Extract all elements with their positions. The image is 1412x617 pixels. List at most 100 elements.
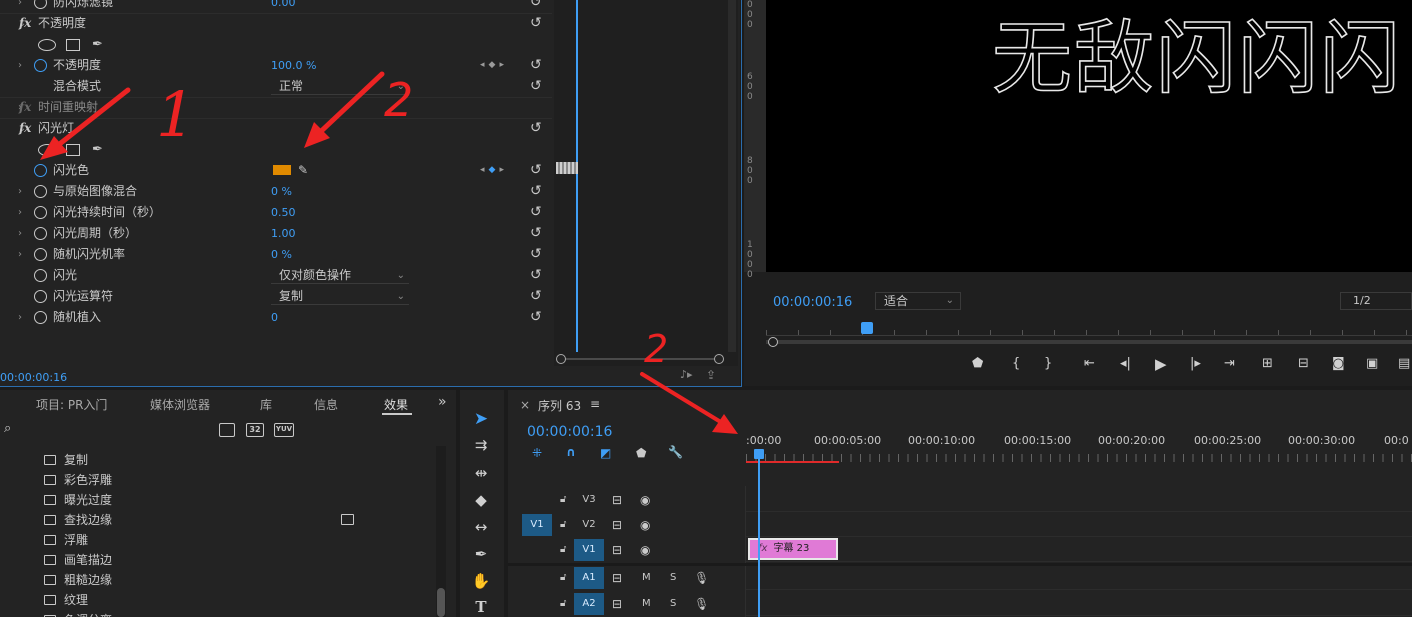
monitor-zoom-handle[interactable] <box>768 337 778 347</box>
sync-lock-icon[interactable]: ⊟ <box>612 513 622 537</box>
title-clip[interactable]: fx 字幕 23 <box>748 538 838 560</box>
lift-icon[interactable]: ⊞ <box>1262 356 1273 371</box>
eye-icon[interactable]: ◉ <box>640 513 650 537</box>
type-tool-icon[interactable]: T <box>470 596 492 617</box>
lock-icon[interactable]: 🔓︎ <box>560 488 566 512</box>
sync-lock-icon[interactable]: ⊟ <box>612 566 622 590</box>
camera-icon[interactable]: ◙ <box>1332 356 1345 371</box>
monitor-timecode[interactable]: 00:00:00:16 <box>773 295 852 310</box>
ruler-tick-label: 0 <box>747 82 753 92</box>
lock-icon[interactable]: 🔓︎ <box>560 592 566 616</box>
snap-magnet-icon[interactable]: ∩ <box>566 445 576 459</box>
monitor-zoom-track[interactable] <box>766 340 1412 344</box>
eye-icon[interactable]: ◉ <box>640 488 650 512</box>
settings-icon[interactable]: ▤ <box>1398 356 1410 371</box>
ruler-time-label: 00:00:15:00 <box>1004 434 1072 447</box>
timeline-track[interactable]: 🔓︎ V3 ⊟ ◉ <box>508 488 1412 512</box>
go-to-out-icon[interactable]: ⇥ <box>1224 356 1235 371</box>
timeline-track[interactable]: V1 🔓︎ V2 ⊟ ◉ <box>508 513 1412 537</box>
step-forward-icon[interactable]: |▸ <box>1190 356 1201 371</box>
effect-list-item[interactable]: 复制 <box>44 450 88 470</box>
effect-list-item[interactable]: 浮雕 <box>44 530 88 550</box>
track-target[interactable]: A1 <box>574 567 604 589</box>
effect-list-item[interactable]: 彩色浮雕 <box>44 470 112 490</box>
slip-tool-icon[interactable]: ↔ <box>470 516 492 538</box>
ruler-time-label: :00:00 <box>746 434 782 447</box>
monitor-playhead[interactable] <box>861 322 873 334</box>
solo-button[interactable]: S <box>670 566 676 590</box>
track-select-tool-icon[interactable]: ⇉ <box>470 434 492 456</box>
effect-list-item[interactable]: 画笔描边 <box>44 550 112 570</box>
monitor-left-ruler: 0006008001000 <box>744 0 766 280</box>
clip-name: 字幕 23 <box>773 543 810 554</box>
effect-list-item[interactable]: 查找边缘 <box>44 510 112 530</box>
sequence-tab[interactable]: 序列 63 <box>538 397 581 414</box>
selection-tool-icon[interactable]: ➤ <box>470 408 492 430</box>
timeline-track[interactable]: 🔓︎ A2 ⊟ M S 🎙︎ <box>508 592 1412 616</box>
effect-list-item[interactable]: 纹理 <box>44 590 88 610</box>
add-marker-icon[interactable]: ⬟ <box>972 356 983 371</box>
fit-select[interactable]: 适合 ⌄ <box>875 292 961 310</box>
microphone-icon[interactable]: 🎙︎ <box>694 566 709 590</box>
transport-bar: ⬟ { } ⇤ ◂| ▶ |▸ ⇥ ⊞ ⊟ ◙ ▣ ▤ <box>972 355 1412 376</box>
filter-32bit-badge[interactable]: 32 <box>246 423 264 437</box>
pen-tool-icon[interactable]: ✒ <box>470 543 492 565</box>
close-icon[interactable]: × <box>520 398 530 412</box>
nest-icon[interactable]: ⁜ <box>532 446 542 460</box>
sync-lock-icon[interactable]: ⊟ <box>612 538 622 562</box>
panel-tab[interactable]: 信息 <box>314 396 338 413</box>
effect-list-item[interactable]: 色调分离 <box>44 610 112 617</box>
timeline-timecode[interactable]: 00:00:00:16 <box>527 424 612 440</box>
effect-preset-icon <box>44 475 56 485</box>
linked-selection-icon[interactable]: ◩ <box>600 446 611 460</box>
lock-icon[interactable]: 🔓︎ <box>560 513 566 537</box>
hand-tool-icon[interactable]: ✋ <box>470 570 492 592</box>
timeline-playhead-line[interactable] <box>758 458 760 617</box>
effect-list-item[interactable]: 曝光过度 <box>44 490 112 510</box>
effects-search-field[interactable]: ⌕ <box>0 420 212 440</box>
mark-in-icon[interactable]: { <box>1012 356 1020 371</box>
step-back-icon[interactable]: ◂| <box>1120 356 1131 371</box>
lock-icon[interactable]: 🔓︎ <box>560 566 566 590</box>
compare-view-icon[interactable]: ▣ <box>1366 356 1378 371</box>
eye-icon[interactable]: ◉ <box>640 538 650 562</box>
wrench-icon[interactable]: 🔧 <box>668 445 683 459</box>
timeline-track[interactable]: 🔓︎ A1 ⊟ M S 🎙︎ <box>508 566 1412 590</box>
sync-lock-icon[interactable]: ⊟ <box>612 592 622 616</box>
add-marker-icon[interactable]: ⬟ <box>636 446 646 460</box>
panel-tab[interactable]: 库 <box>260 396 272 413</box>
panel-tab[interactable]: 效果 <box>384 396 408 413</box>
track-target[interactable]: V3 <box>574 489 604 511</box>
track-target[interactable]: V2 <box>574 514 604 536</box>
effects-list-scrollbar[interactable] <box>436 446 446 617</box>
effect-preset-icon <box>44 455 56 465</box>
mute-button[interactable]: M <box>642 566 651 590</box>
extract-icon[interactable]: ⊟ <box>1298 356 1309 371</box>
ruler-tick-label: 0 <box>747 250 753 260</box>
mute-button[interactable]: M <box>642 592 651 616</box>
sync-lock-icon[interactable]: ⊟ <box>612 488 622 512</box>
source-patch[interactable]: V1 <box>522 514 552 536</box>
ruler-tick-label: 0 <box>747 166 753 176</box>
track-target[interactable]: A2 <box>574 593 604 615</box>
solo-button[interactable]: S <box>670 592 676 616</box>
ripple-edit-tool-icon[interactable]: ⇹ <box>470 462 492 484</box>
play-icon[interactable]: ▶ <box>1155 355 1167 373</box>
timeline-track[interactable]: 🔓︎ V1 ⊟ ◉ <box>508 538 1412 562</box>
effect-list-item[interactable]: 粗糙边缘 <box>44 570 112 590</box>
ruler-tick-label: 0 <box>747 260 753 270</box>
track-target[interactable]: V1 <box>574 539 604 561</box>
mark-out-icon[interactable]: } <box>1044 356 1052 371</box>
lock-icon[interactable]: 🔓︎ <box>560 538 566 562</box>
accelerated-filter-icon[interactable] <box>219 423 235 437</box>
razor-tool-icon[interactable]: ◆ <box>470 489 492 511</box>
microphone-icon[interactable]: 🎙︎ <box>694 592 709 616</box>
sequence-menu-icon[interactable]: ≡ <box>590 397 600 411</box>
go-to-in-icon[interactable]: ⇤ <box>1084 356 1095 371</box>
panel-tab[interactable]: 项目: PR入门 <box>36 396 107 413</box>
panel-focus-border <box>0 0 742 387</box>
panel-tab[interactable]: 媒体浏览器 <box>150 396 210 413</box>
tabs-overflow-button[interactable]: » <box>438 394 447 410</box>
filter-yuv-badge[interactable]: YUV <box>274 423 294 437</box>
resolution-select[interactable]: 1/2 <box>1340 292 1412 310</box>
